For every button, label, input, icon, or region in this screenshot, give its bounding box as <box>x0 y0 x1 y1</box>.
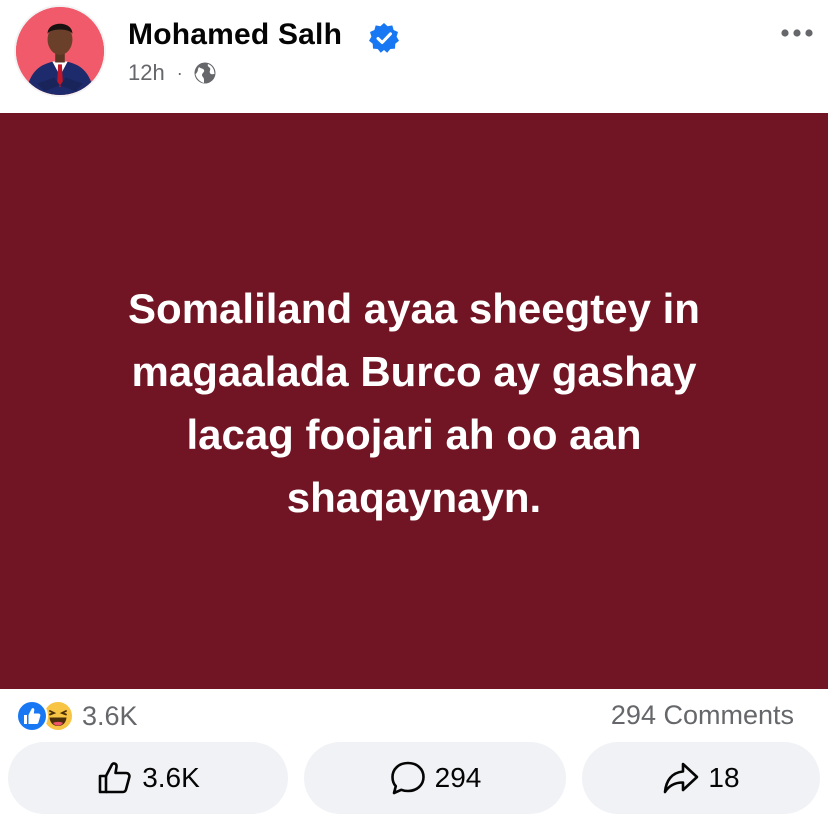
share-arrow-icon <box>664 762 699 794</box>
share-count-label: 18 <box>708 762 740 793</box>
post-time[interactable]: 12h <box>128 60 165 86</box>
like-count-label: 3.6K <box>142 762 200 793</box>
post-text-card: Somaliland ayaa sheegtey in magaalada Bu… <box>0 113 828 689</box>
verified-badge-icon <box>369 23 399 53</box>
comment-button[interactable]: 294 <box>304 742 566 814</box>
thumbs-up-icon <box>98 762 131 794</box>
author-name[interactable]: Mohamed Salh <box>128 18 342 52</box>
reactions-count: 3.6K <box>82 700 138 731</box>
comment-count-label: 294 <box>434 762 482 793</box>
meta-separator: · <box>176 62 183 83</box>
reactions-summary[interactable]: 3.6K <box>16 700 138 732</box>
post-text: Somaliland ayaa sheegtey in magaalada Bu… <box>128 285 700 521</box>
comments-count[interactable]: 294 Comments <box>611 700 794 731</box>
avatar[interactable] <box>14 5 106 97</box>
post-meta: 12h · <box>128 60 217 86</box>
like-button[interactable]: 3.6K <box>8 742 288 814</box>
more-options-icon[interactable] <box>780 26 814 40</box>
globe-icon <box>194 62 216 84</box>
like-reaction-icon <box>16 700 48 732</box>
comment-bubble-icon <box>390 761 425 795</box>
post-header: Mohamed Salh 12h · <box>0 0 828 113</box>
share-button[interactable]: 18 <box>582 742 820 814</box>
